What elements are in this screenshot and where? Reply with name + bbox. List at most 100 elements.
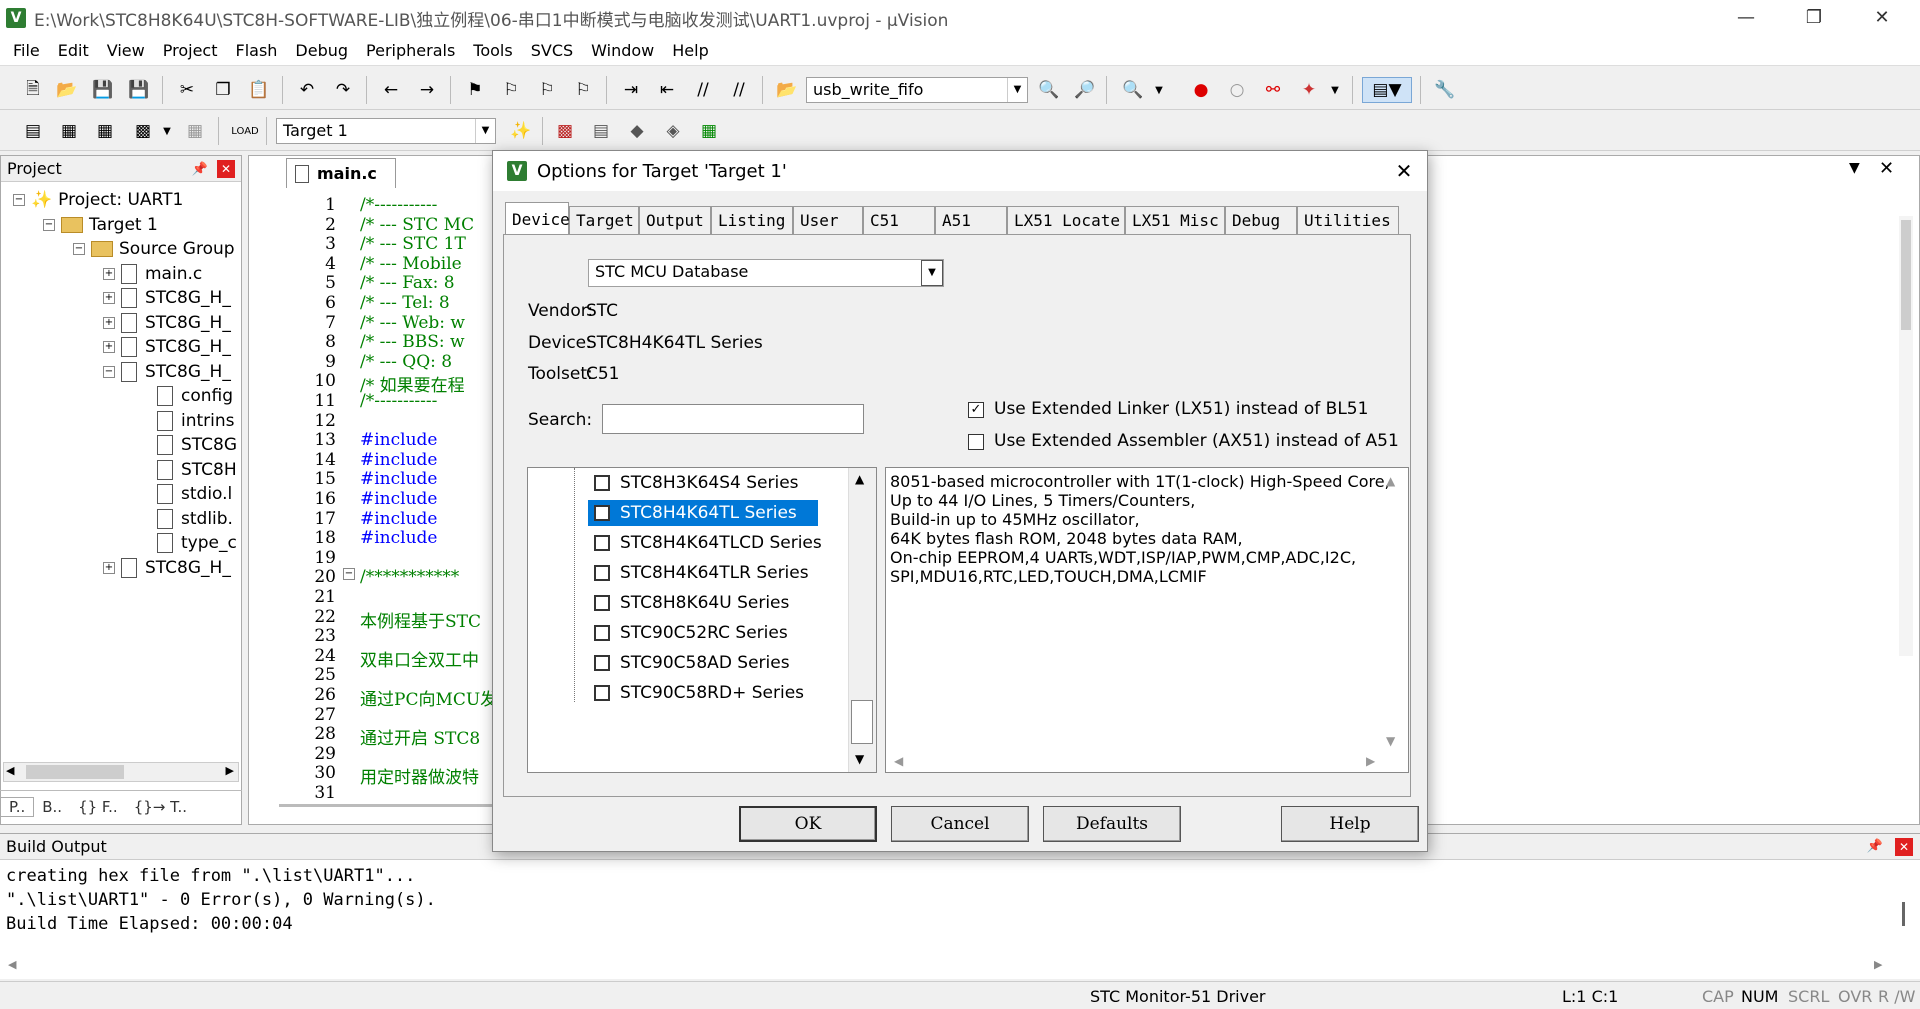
- tab-user[interactable]: User: [793, 206, 863, 234]
- debug-session-icon[interactable]: 🔍: [1120, 77, 1146, 103]
- menu-tools[interactable]: Tools: [464, 41, 521, 60]
- tree-subfile[interactable]: config: [157, 384, 239, 408]
- save-icon[interactable]: 💾: [90, 77, 116, 103]
- tree-file[interactable]: + STC8G_H_: [103, 335, 239, 359]
- undo-icon[interactable]: ↶: [294, 77, 320, 103]
- prev-bookmark-icon[interactable]: ⚐: [498, 77, 524, 103]
- arrow-down-icon[interactable]: ▼: [855, 752, 864, 766]
- arrow-left-icon[interactable]: ◀: [8, 958, 16, 971]
- use-ax51-checkbox[interactable]: [968, 434, 984, 450]
- function-combo[interactable]: usb_write_fifo ▼: [806, 77, 1028, 103]
- incremental-find-icon[interactable]: 🔎: [1072, 77, 1098, 103]
- stop-build-icon[interactable]: ▦: [182, 118, 208, 144]
- close-window-button[interactable]: ✕: [1848, 0, 1916, 34]
- menu-flash[interactable]: Flash: [226, 41, 286, 60]
- minimize-button[interactable]: —: [1712, 0, 1780, 34]
- device-list-item[interactable]: STC90C58RD+ Series: [588, 680, 808, 706]
- menu-file[interactable]: File: [4, 41, 49, 60]
- tree-node-target[interactable]: − Target 1: [43, 213, 158, 237]
- menu-peripherals[interactable]: Peripherals: [357, 41, 464, 60]
- enable-breakpoint-icon[interactable]: ○: [1224, 77, 1250, 103]
- device-list-item[interactable]: STC8H4K64TLR Series: [588, 560, 813, 586]
- manage-rte-icon[interactable]: ▤: [588, 118, 614, 144]
- tab-target[interactable]: Target: [569, 206, 639, 234]
- window-layout-icon[interactable]: ▤▼: [1362, 77, 1412, 103]
- chevron-down-icon[interactable]: ▼: [1322, 77, 1348, 103]
- chevron-down-icon[interactable]: ▼: [475, 119, 495, 143]
- editor-vscroll[interactable]: [1899, 216, 1913, 656]
- arrow-right-icon[interactable]: ▶: [1874, 958, 1882, 971]
- arrow-left-icon[interactable]: ◀: [894, 754, 903, 768]
- indent-icon[interactable]: ⇥: [618, 77, 644, 103]
- device-list-item[interactable]: STC8H4K64TLCD Series: [588, 530, 826, 556]
- tree-subfile[interactable]: STC8G: [157, 433, 239, 457]
- build-icon[interactable]: ▦: [56, 118, 82, 144]
- unindent-icon[interactable]: ⇤: [654, 77, 680, 103]
- pin-icon[interactable]: 📌: [1866, 838, 1884, 856]
- tab-c51[interactable]: C51: [863, 206, 935, 234]
- tree-node-project[interactable]: − ✨ Project: UART1: [13, 188, 183, 212]
- use-lx51-checkbox[interactable]: ✓: [968, 402, 984, 418]
- download-load-icon[interactable]: LOAD: [231, 118, 258, 144]
- tree-subfile[interactable]: STC8H: [157, 458, 239, 482]
- select-packs-icon[interactable]: ◆: [624, 118, 650, 144]
- chevron-down-icon[interactable]: ▼: [921, 260, 943, 286]
- editor-tab-main[interactable]: main.c: [286, 158, 396, 188]
- scroll-thumb[interactable]: [851, 700, 873, 744]
- arrow-up-icon[interactable]: ▲: [1386, 474, 1395, 488]
- uncomment-icon[interactable]: //: [726, 77, 752, 103]
- tab-functions[interactable]: {} F..: [70, 798, 126, 816]
- close-panel-icon[interactable]: ✕: [217, 160, 235, 178]
- scroll-thumb[interactable]: [1901, 220, 1911, 330]
- cancel-button[interactable]: Cancel: [891, 806, 1029, 842]
- tree-subfile[interactable]: stdio.l: [157, 482, 239, 506]
- chevron-down-icon[interactable]: ▼: [1007, 78, 1027, 102]
- tab-device[interactable]: Device: [505, 202, 570, 235]
- open-folder-icon[interactable]: 📂: [54, 77, 80, 103]
- tab-lx51-locate[interactable]: LX51 Locate: [1007, 206, 1125, 234]
- batch-build-icon[interactable]: ▩: [130, 118, 156, 144]
- comment-icon[interactable]: //: [690, 77, 716, 103]
- ok-button[interactable]: OK: [739, 806, 877, 842]
- close-panel-icon[interactable]: ✕: [1895, 838, 1913, 856]
- tab-templates[interactable]: {}→ T..: [126, 798, 195, 816]
- cut-icon[interactable]: ✂: [174, 77, 200, 103]
- scroll-thumb[interactable]: [26, 765, 124, 779]
- tree-subfile[interactable]: type_c: [157, 531, 239, 555]
- pin-icon[interactable]: 📌: [191, 160, 209, 178]
- tab-listing[interactable]: Listing: [711, 206, 793, 234]
- tree-subfile[interactable]: stdlib.: [157, 507, 239, 531]
- target-combo[interactable]: Target 1 ▼: [276, 118, 496, 144]
- menu-project[interactable]: Project: [154, 41, 227, 60]
- tab-output[interactable]: Output: [639, 206, 711, 234]
- fold-toggle[interactable]: −: [343, 568, 355, 580]
- rebuild-icon[interactable]: ▦: [92, 118, 118, 144]
- tree-file[interactable]: + STC8G_H_: [103, 311, 239, 335]
- device-list-item[interactable]: STC8H3K64S4 Series: [588, 470, 803, 496]
- disable-breakpoints-icon[interactable]: ⚯: [1260, 77, 1286, 103]
- arrow-right-icon[interactable]: ▶: [226, 764, 234, 777]
- menu-window[interactable]: Window: [582, 41, 663, 60]
- tree-subfile[interactable]: intrins: [157, 409, 239, 433]
- navigate-forward-icon[interactable]: →: [414, 77, 440, 103]
- arrow-down-icon[interactable]: ▼: [1386, 734, 1395, 748]
- kill-breakpoints-icon[interactable]: ✦: [1296, 77, 1322, 103]
- device-list[interactable]: STC8H3K64S4 Series STC8H4K64TL Series STC8…: [527, 467, 877, 773]
- database-select[interactable]: STC MCU Database ▼: [588, 259, 944, 287]
- menu-help[interactable]: Help: [663, 41, 717, 60]
- help-button[interactable]: Help: [1281, 806, 1419, 842]
- manage-project-items-icon[interactable]: ▩: [552, 118, 578, 144]
- chevron-down-icon[interactable]: ▼: [1146, 77, 1172, 103]
- device-list-item[interactable]: STC8H4K64TL Series: [588, 500, 818, 526]
- menu-svcs[interactable]: SVCS: [522, 41, 582, 60]
- device-list-vscroll[interactable]: ▲ ▼: [848, 468, 876, 772]
- find-in-files-icon[interactable]: 📂: [774, 77, 800, 103]
- tab-debug[interactable]: Debug: [1225, 206, 1297, 234]
- tree-node-source-group[interactable]: − Source Group: [73, 237, 235, 261]
- configure-wrench-icon[interactable]: 🔧: [1432, 77, 1458, 103]
- menu-view[interactable]: View: [98, 41, 154, 60]
- pack-installer-icon[interactable]: ◈: [660, 118, 686, 144]
- tree-file[interactable]: + STC8G_H_: [103, 556, 239, 580]
- tree-file-main[interactable]: + main.c: [103, 262, 239, 286]
- menu-debug[interactable]: Debug: [286, 41, 357, 60]
